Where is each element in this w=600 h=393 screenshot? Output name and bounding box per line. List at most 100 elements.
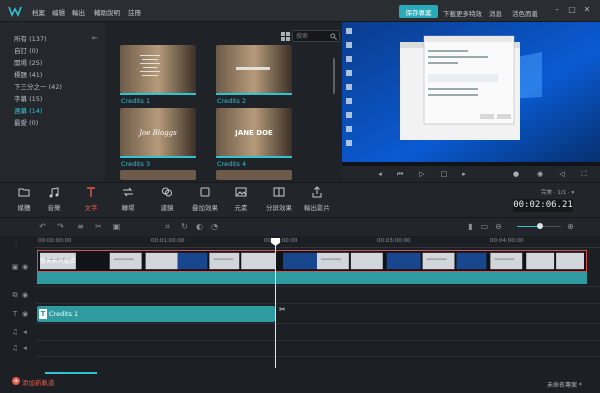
cut-icon[interactable]: ✂ [94,222,103,231]
record-voice-icon[interactable]: ● [512,170,520,178]
video-clip-audio[interactable] [37,272,587,284]
preview-window [342,22,600,168]
messages-link[interactable]: 消息 [489,8,502,18]
add-icon[interactable]: + [12,377,20,385]
add-track-button[interactable]: 添加新軌道 [22,377,55,387]
tool-transition[interactable]: 轉場 [113,186,143,212]
undo-icon[interactable]: ↶ [38,222,47,231]
color-icon[interactable]: ◐ [195,222,204,231]
category-credits[interactable]: 週幕 (14) [14,105,42,115]
library-scrollbar[interactable] [333,58,335,94]
tool-text[interactable]: 文字 [76,186,106,212]
menu-help[interactable]: 輔助說明 [94,7,120,17]
snapshot-icon[interactable]: ◉ [536,170,544,178]
credits-4-thumbnail[interactable]: JANE DOE [216,108,292,156]
zoom-out-icon[interactable]: ⊖ [494,222,503,231]
category-custom[interactable]: 自訂 (0) [14,45,38,55]
close-icon[interactable]: ✕ [582,5,592,15]
ruler-tick: 00:00:00:00 [38,238,72,244]
category-titles[interactable]: 標題 (41) [14,69,42,79]
tool-export[interactable]: 輸出影片 [302,186,332,212]
tool-label: 疊加效果 [192,204,218,212]
thumbnail-overlay-text: JANE DOE [234,129,273,137]
category-lower-thirds[interactable]: 下三分之一 (42) [14,81,62,91]
eye-icon[interactable]: ◉ [21,291,29,299]
category-subtitles[interactable]: 字幕 (15) [14,93,42,103]
crop-icon[interactable]: ⌗ [163,222,172,231]
music-icon [49,187,59,198]
text-track-icon: T [12,310,18,318]
zoom-slider-handle[interactable] [537,223,543,229]
tool-label: 元素 [234,204,248,212]
category-favorites[interactable]: 最愛 (0) [14,117,38,127]
track-divider [35,356,600,357]
voiceover-icon[interactable]: ▭ [480,222,489,231]
menu-register[interactable]: 註冊 [128,7,141,17]
play-icon[interactable]: ▷ [418,170,426,178]
volume-icon[interactable]: ◁ [558,170,566,178]
credits-5-thumbnail[interactable] [120,170,196,180]
collapse-panel-icon[interactable]: ⇤ [92,34,100,42]
playhead-line[interactable] [275,240,276,368]
thumbnail-progress-bar [216,93,292,95]
eye-icon[interactable]: ◉ [21,263,29,271]
audio-mixer-icon[interactable]: ▮ [466,222,475,231]
redo-icon[interactable]: ↷ [56,222,65,231]
menu-edit[interactable]: 编辑 [52,7,65,17]
next-frame-icon[interactable]: ▸ [460,170,468,178]
search-field[interactable] [292,30,340,42]
speed-icon[interactable]: ◔ [210,222,219,231]
menu-export[interactable]: 輸出 [72,7,85,17]
rotate-icon[interactable]: ↻ [180,222,189,231]
timeline-scrollbar[interactable] [45,372,97,374]
link-tracks-icon[interactable]: ⫶ [12,240,20,248]
eye-icon[interactable]: ◉ [21,310,29,318]
category-all[interactable]: 所有 (137) [14,33,47,43]
tool-label: 音樂 [47,204,61,212]
video-clip[interactable] [37,250,587,272]
thumbnail-label: Credits 2 [217,97,247,105]
playback-quality[interactable]: 完美 · 1/1 · ▾ [541,188,574,196]
thumbnail-progress-bar [120,93,196,95]
menu-file[interactable]: 档案 [32,7,45,17]
tool-overlays[interactable]: 疊加效果 [190,186,220,212]
ruler-tick: 00:03:00:00 [377,238,411,244]
tool-label: 濾鏡 [160,204,174,212]
category-openers[interactable]: 開場 (25) [14,57,42,67]
video-clip-label: 發佈影片組合 [40,258,77,265]
title-clip-label: Credits 1 [49,310,79,318]
speaker-icon[interactable]: ◂ [21,344,29,352]
credits-1-thumbnail[interactable] [120,45,196,93]
overlay-track-icon: ⧉ [12,291,18,299]
credits-6-thumbnail[interactable] [216,170,292,180]
rewind-icon[interactable]: ⏮ [396,170,404,178]
tool-split-screen[interactable]: 分屏效果 [264,186,294,212]
tool-filters[interactable]: 濾鏡 [152,186,182,212]
edit-icon[interactable]: ≡ [76,222,85,231]
delete-icon[interactable]: ▣ [112,222,121,231]
download-effects-link[interactable]: 下載更多特效 [443,8,482,18]
credits-3-thumbnail[interactable]: Joe Bloggs [120,108,196,156]
stop-icon[interactable]: □ [440,170,448,178]
grid-view-icon[interactable] [281,32,290,41]
credits-2-thumbnail[interactable] [216,45,292,93]
zoom-in-icon[interactable]: ⊕ [566,222,575,231]
split-screen-icon [273,187,285,197]
save-project-button[interactable]: 保存專案 [399,5,438,18]
tool-label: 轉場 [121,204,135,212]
tool-music[interactable]: 音樂 [39,186,69,212]
export-icon [312,186,322,198]
previous-frame-icon[interactable]: ◂ [376,170,384,178]
track-divider [35,286,600,287]
feedback-link[interactable]: 活色而羞 [512,8,538,18]
minimize-icon[interactable]: – [552,5,562,15]
thumbnail-overlay-text: Joe Bloggs [137,129,177,137]
speaker-icon[interactable]: ◂ [21,328,29,336]
tool-media[interactable]: 媒體 [9,186,39,212]
app-logo-icon [8,6,22,17]
search-input[interactable] [293,31,329,41]
fullscreen-icon[interactable]: ⛶ [580,170,588,178]
search-icon[interactable] [330,33,337,40]
maximize-icon[interactable]: □ [567,5,577,15]
tool-elements[interactable]: 元素 [226,186,256,212]
